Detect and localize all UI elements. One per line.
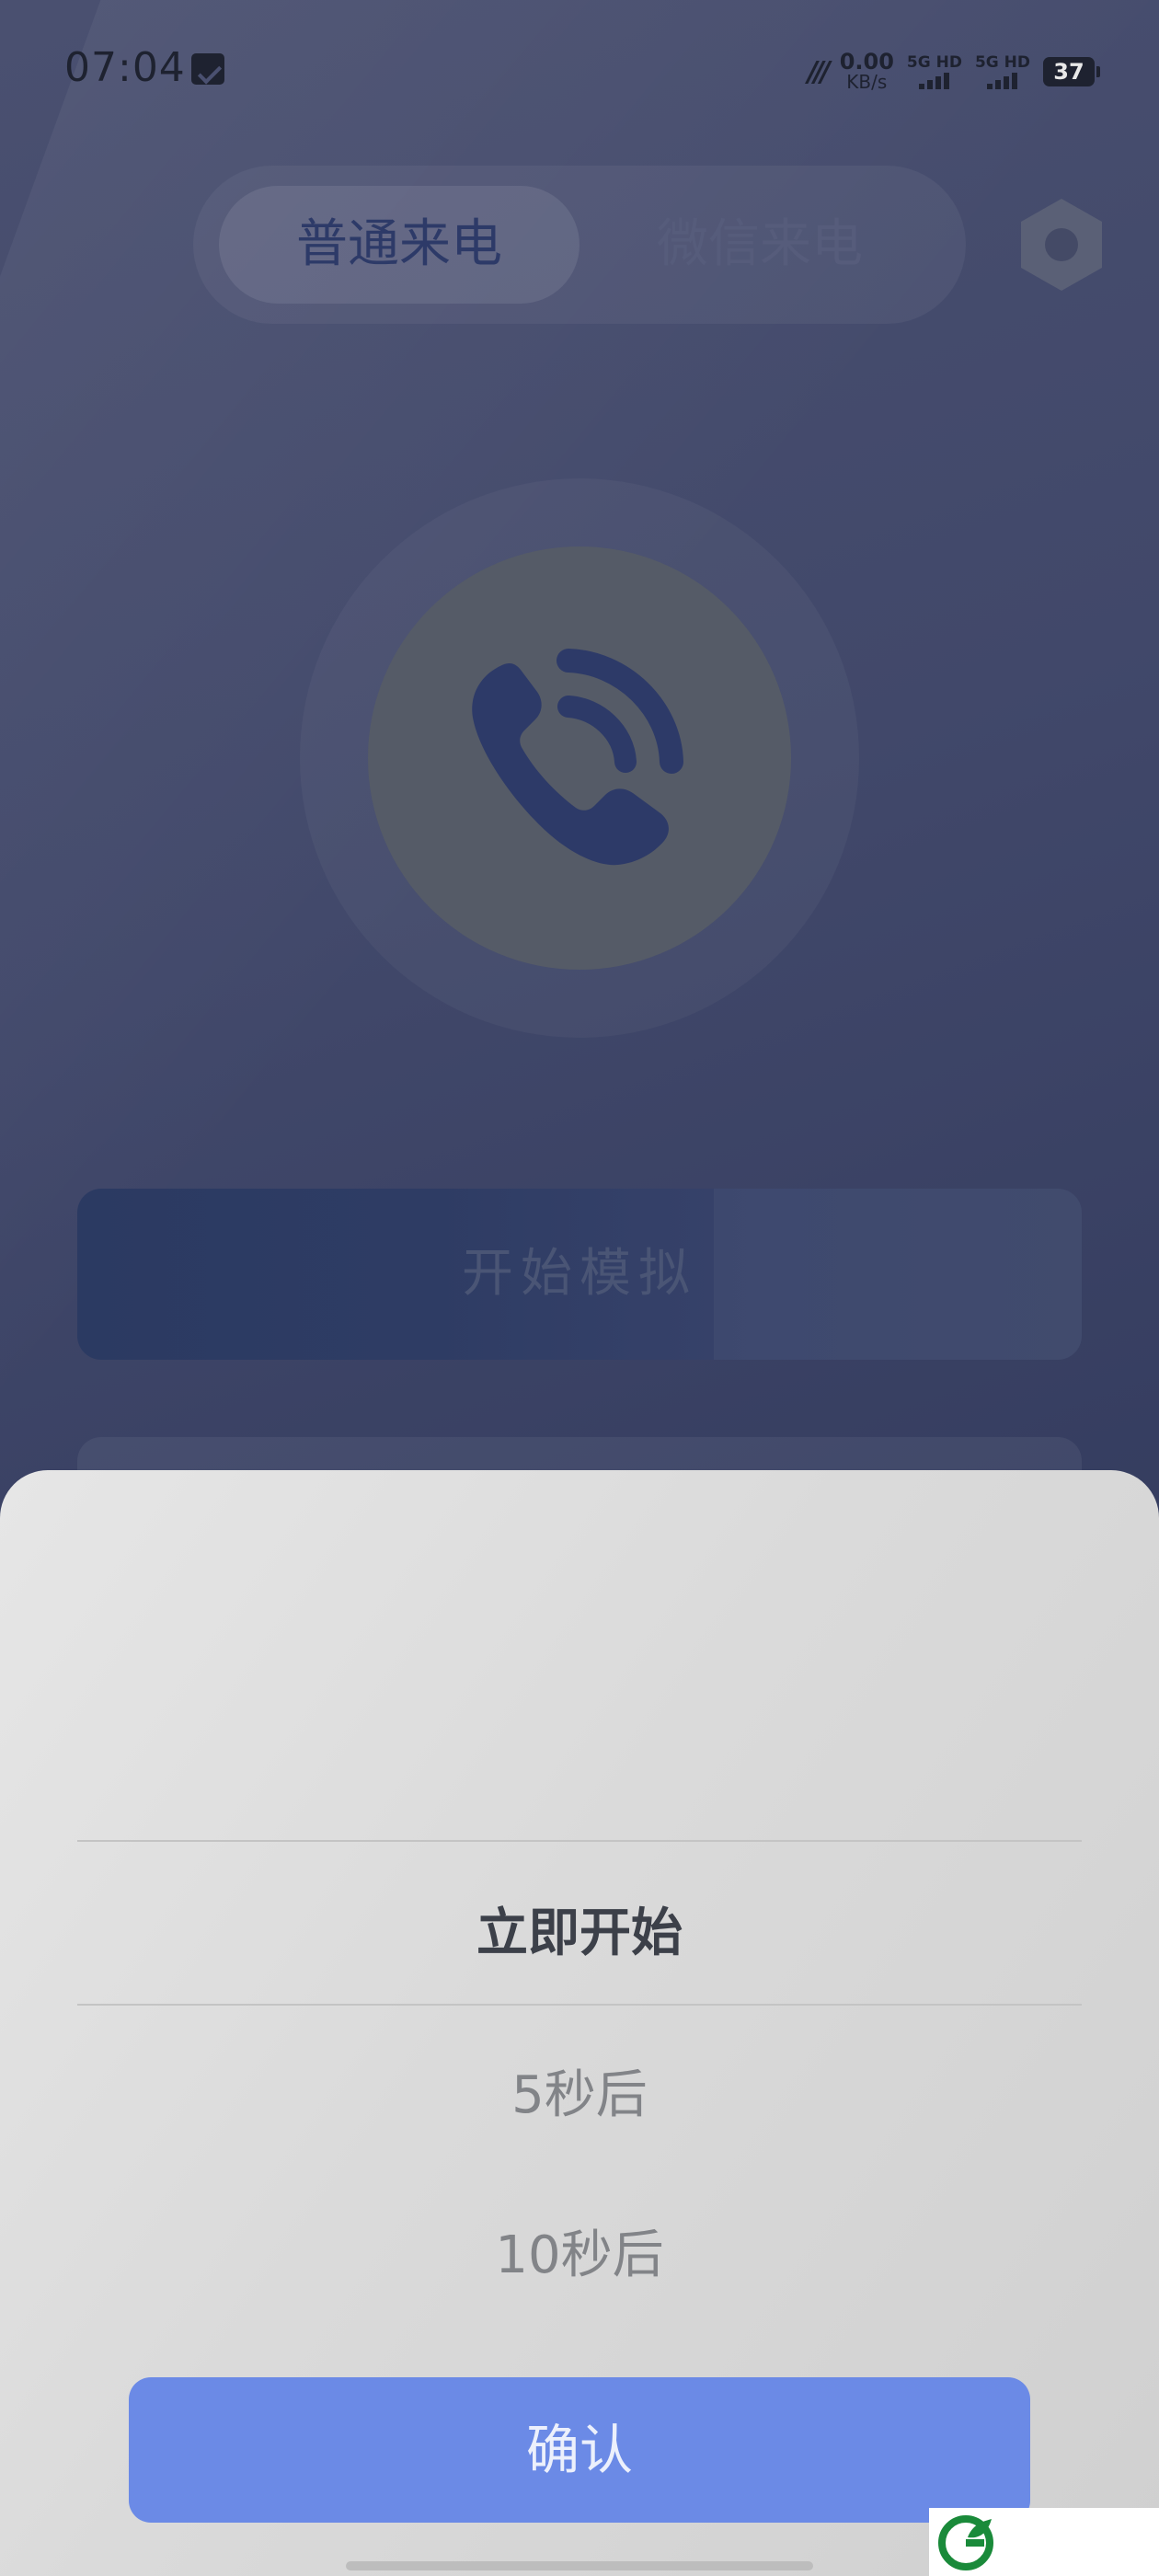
confirm-button[interactable]: 确认 [129,2377,1030,2523]
settings-icon[interactable] [1012,195,1111,294]
status-time: 07:04 [64,44,186,91]
status-indicators: /// 0.00 KB/s 5G HD 5G HD 37 [807,49,1100,93]
network-speed-value: 0.00 [839,49,894,75]
sim1-signal-icon: 5G HD [907,54,962,89]
picker-option-10s[interactable]: 10秒后 [0,2214,1159,2288]
phone-ringing-icon [460,644,699,874]
picker-divider-bottom [77,2004,1082,2006]
call-type-tabs: 普通来电 微信来电 [193,166,966,324]
nfc-icon: /// [807,55,831,88]
sim1-label: 5G HD [906,53,962,72]
watermark-logo [929,2508,1159,2576]
network-speed: 0.00 KB/s [839,49,894,93]
battery-icon: 37 [1043,57,1100,86]
sim2-label: 5G HD [974,53,1030,72]
notification-app-icon [191,53,224,85]
picker-option-selected[interactable]: 立即开始 [0,1892,1159,1966]
sim2-signal-icon: 5G HD [975,54,1030,89]
tab-wechat-call[interactable]: 微信来电 [580,186,940,304]
app-screen: 07:04 /// 0.00 KB/s 5G HD 5G HD 37 普通来电 … [0,0,1159,2576]
status-bar: 07:04 /// 0.00 KB/s 5G HD 5G HD 37 [0,0,1159,147]
picker-divider-top [77,1840,1082,1842]
home-indicator[interactable] [346,2561,813,2570]
network-speed-unit: KB/s [846,71,888,93]
start-simulation-button[interactable]: 开始模拟 [77,1189,1082,1360]
delay-picker-sheet: 立即开始 5秒后 10秒后 确认 [0,1470,1159,2576]
picker-option-5s[interactable]: 5秒后 [0,2053,1159,2128]
tab-normal-call[interactable]: 普通来电 [219,186,580,304]
